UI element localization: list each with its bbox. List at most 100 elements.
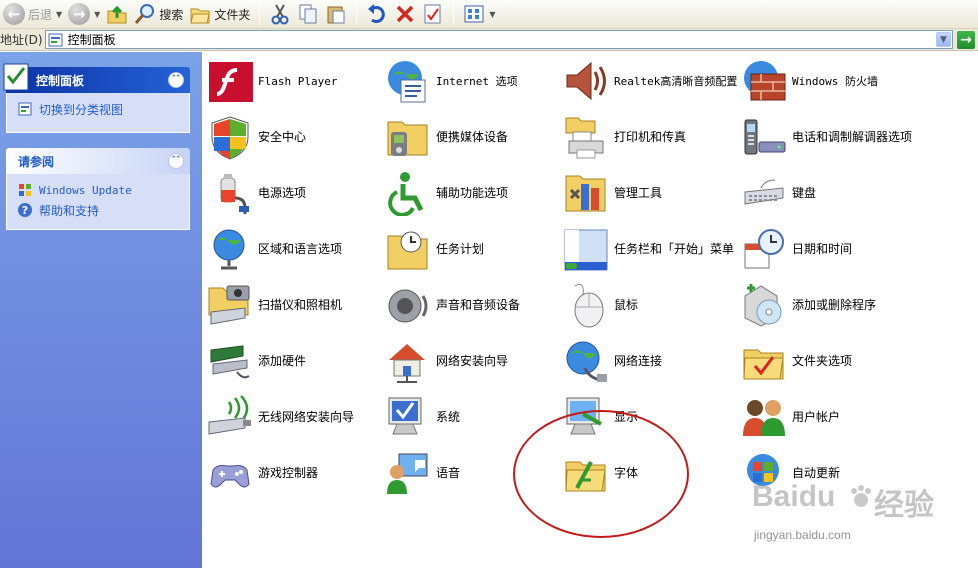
- network-globe-icon: [562, 337, 610, 385]
- item-label: 辅助功能选项: [436, 185, 509, 200]
- cp-item-power-options[interactable]: 电源选项: [206, 166, 382, 220]
- cp-item-windows-firewall[interactable]: Windows 防火墙: [740, 54, 916, 108]
- item-label: 无线网络安装向导: [258, 409, 355, 424]
- shield-icon: [206, 113, 254, 161]
- power-icon: [206, 169, 254, 217]
- properties-button[interactable]: [419, 1, 447, 27]
- item-label: 电话和调制解调器选项: [792, 129, 913, 144]
- see-also-panel-header[interactable]: 请参阅 ˆˆ: [6, 148, 190, 174]
- item-label: 用户帐户: [792, 409, 841, 424]
- toolbar-separator: [453, 3, 455, 25]
- collapse-chevron-icon[interactable]: ˆˆ: [168, 72, 184, 88]
- cp-item-add-hardware[interactable]: 添加硬件: [206, 334, 382, 388]
- cp-item-realtek-audio[interactable]: Realtek高清晰音频配置: [562, 54, 738, 108]
- undo-button[interactable]: [363, 1, 391, 27]
- cp-item-wireless-setup-wizard[interactable]: 无线网络安装向导: [206, 390, 382, 444]
- admin-tools-icon: [562, 169, 610, 217]
- scanner-camera-icon: [206, 281, 254, 329]
- item-label: 游戏控制器: [258, 465, 319, 480]
- properties-icon: [424, 4, 441, 24]
- search-icon: [135, 4, 155, 24]
- taskbar-icon: [562, 225, 610, 273]
- cp-item-phone-modem[interactable]: 电话和调制解调器选项: [740, 110, 916, 164]
- paste-button[interactable]: [322, 1, 350, 27]
- cp-item-scheduled-tasks[interactable]: 任务计划: [384, 222, 560, 276]
- cp-item-regional-language[interactable]: 区域和语言选项: [206, 222, 382, 276]
- cp-item-accessibility[interactable]: 辅助功能选项: [384, 166, 560, 220]
- cut-button[interactable]: [266, 1, 294, 27]
- keyboard-icon: [740, 169, 788, 217]
- folders-icon: [190, 8, 210, 24]
- cp-item-network-setup-wizard[interactable]: 网络安装向导: [384, 334, 560, 388]
- cp-item-flash-player[interactable]: Flash Player: [206, 54, 382, 108]
- cp-item-internet-options[interactable]: Internet 选项: [384, 54, 560, 108]
- collapse-chevron-icon[interactable]: ˆˆ: [168, 153, 184, 169]
- control-panel-panel-body: 切换到分类视图: [6, 93, 190, 133]
- item-label: 管理工具: [614, 185, 663, 200]
- windows-update-link[interactable]: Windows Update: [17, 180, 179, 200]
- back-button[interactable]: ← 后退 ▼: [0, 1, 65, 27]
- forward-button[interactable]: → ▼: [65, 1, 103, 27]
- copy-button[interactable]: [294, 1, 322, 27]
- item-label: 扫描仪和照相机: [258, 297, 343, 312]
- item-label: 电源选项: [258, 185, 307, 200]
- undo-icon: [368, 4, 386, 23]
- cp-item-game-controllers[interactable]: 游戏控制器: [206, 446, 382, 500]
- cp-item-admin-tools[interactable]: 管理工具: [562, 166, 738, 220]
- up-folder-button[interactable]: [103, 1, 131, 27]
- task-folder-icon: [384, 225, 432, 273]
- help-and-support-link[interactable]: ? 帮助和支持: [17, 200, 179, 220]
- firewall-icon: [740, 57, 788, 105]
- highlight-circle: [513, 410, 689, 538]
- task-pane: 控制面板 ˆˆ 切换到分类视图 请参阅 ˆˆ Windows Update ? …: [0, 52, 202, 568]
- control-panel-panel-header[interactable]: 控制面板 ˆˆ: [3, 63, 190, 93]
- paw-icon: [851, 485, 871, 507]
- back-arrow-icon: ←: [3, 3, 25, 25]
- cp-item-date-time[interactable]: 日期和时间: [740, 222, 916, 276]
- cp-item-keyboard[interactable]: 键盘: [740, 166, 916, 220]
- control-panel-icon: [3, 63, 29, 91]
- item-label: 区域和语言选项: [258, 241, 343, 256]
- cp-item-mouse[interactable]: 鼠标: [562, 278, 738, 332]
- item-label: 文件夹选项: [792, 353, 853, 368]
- item-label: 网络连接: [614, 353, 663, 368]
- cp-item-taskbar-start-menu[interactable]: 任务栏和「开始」菜单: [562, 222, 738, 276]
- address-dropdown-button[interactable]: ▼: [936, 32, 951, 47]
- item-label: 键盘: [792, 185, 817, 200]
- address-input[interactable]: 控制面板 ▼: [44, 30, 953, 49]
- switch-to-category-view-link[interactable]: 切换到分类视图: [17, 99, 179, 119]
- cp-item-portable-media[interactable]: 便携媒体设备: [384, 110, 560, 164]
- sound-icon: [384, 281, 432, 329]
- item-label: 便携媒体设备: [436, 129, 509, 144]
- speech-icon: [384, 449, 432, 497]
- go-button[interactable]: →: [957, 30, 975, 49]
- search-label: 搜索: [159, 7, 184, 22]
- cp-item-printers-fax[interactable]: 打印机和传真: [562, 110, 738, 164]
- copy-icon: [299, 4, 317, 24]
- forward-arrow-icon: →: [68, 3, 91, 25]
- item-label: Realtek高清晰音频配置: [614, 74, 738, 88]
- scissors-icon: [271, 4, 289, 25]
- paste-icon: [327, 6, 345, 24]
- search-button[interactable]: 搜索: [131, 1, 186, 27]
- views-button[interactable]: ▼: [460, 1, 498, 27]
- toolbar: ← 后退 ▼ → ▼ 搜索 文件夹 ▼: [0, 0, 978, 29]
- cp-item-user-accounts[interactable]: 用户帐户: [740, 390, 916, 444]
- windows-update-label: Windows Update: [39, 183, 132, 197]
- cp-item-folder-options[interactable]: 文件夹选项: [740, 334, 916, 388]
- delete-button[interactable]: [391, 1, 419, 27]
- item-label: 添加或删除程序: [792, 297, 877, 312]
- add-remove-icon: [740, 281, 788, 329]
- svg-text:?: ?: [22, 204, 28, 217]
- switch-view-label: 切换到分类视图: [39, 102, 124, 117]
- item-label: 网络安装向导: [436, 353, 509, 368]
- cp-item-add-remove-programs[interactable]: 添加或删除程序: [740, 278, 916, 332]
- control-panel-task-panel: 控制面板 ˆˆ 切换到分类视图: [3, 63, 190, 133]
- control-panel-panel-title: 控制面板: [36, 73, 85, 88]
- toolbar-separator: [356, 3, 358, 25]
- cp-item-security-center[interactable]: 安全中心: [206, 110, 382, 164]
- cp-item-sounds-audio[interactable]: 声音和音频设备: [384, 278, 560, 332]
- cp-item-network-connections[interactable]: 网络连接: [562, 334, 738, 388]
- folders-button[interactable]: 文件夹: [186, 1, 253, 27]
- cp-item-scanners-cameras[interactable]: 扫描仪和照相机: [206, 278, 382, 332]
